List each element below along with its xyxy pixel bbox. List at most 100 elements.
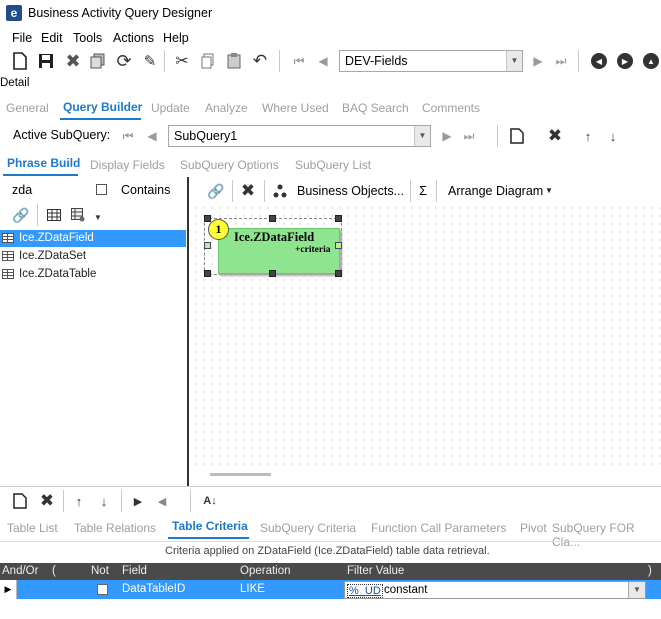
play-icon[interactable]: ▶ bbox=[128, 491, 148, 511]
tab-subquery-criteria[interactable]: SubQuery Criteria bbox=[260, 521, 356, 535]
new-criteria-icon[interactable] bbox=[10, 491, 30, 511]
cut-icon[interactable]: ✂ bbox=[172, 51, 192, 71]
tab-subquery-list[interactable]: SubQuery List bbox=[295, 158, 371, 172]
menu-tools[interactable]: Tools bbox=[73, 31, 102, 45]
resize-handle[interactable] bbox=[204, 270, 211, 277]
subquery-combo-value: SubQuery1 bbox=[174, 129, 238, 143]
sort-icon[interactable]: A↓ bbox=[200, 491, 220, 511]
next-subquery-icon[interactable]: ▶ bbox=[438, 126, 456, 146]
paste-icon[interactable] bbox=[224, 51, 244, 71]
table-options-icon[interactable] bbox=[68, 205, 88, 225]
column-header-filter-value[interactable]: Filter Value bbox=[347, 563, 404, 580]
forward-icon[interactable]: ▶ bbox=[617, 53, 633, 69]
chevron-down-icon[interactable]: ▼ bbox=[628, 582, 645, 598]
criteria-operation-cell[interactable]: LIKE bbox=[240, 580, 265, 599]
last-record-icon[interactable]: ⏭ bbox=[552, 51, 570, 71]
tab-where-used[interactable]: Where Used bbox=[262, 101, 329, 115]
contains-checkbox[interactable] bbox=[96, 184, 107, 195]
copy-doc-icon[interactable] bbox=[198, 51, 218, 71]
chevron-down-icon[interactable]: ▼ bbox=[414, 126, 430, 146]
tab-subquery-options[interactable]: SubQuery Options bbox=[180, 158, 279, 172]
menu-actions[interactable]: Actions bbox=[113, 31, 154, 45]
tab-comments[interactable]: Comments bbox=[422, 101, 480, 115]
up-icon[interactable]: ▲ bbox=[643, 53, 659, 69]
delete-icon[interactable]: ✖ bbox=[63, 51, 83, 71]
clear-icon[interactable]: ✎ bbox=[140, 51, 160, 71]
resize-handle[interactable] bbox=[269, 270, 276, 277]
menu-edit[interactable]: Edit bbox=[41, 31, 63, 45]
chevron-down-icon[interactable]: ▼ bbox=[506, 51, 522, 71]
tab-analyze[interactable]: Analyze bbox=[205, 101, 248, 115]
tree-item-label: Ice.ZDataTable bbox=[19, 268, 97, 280]
move-up-icon[interactable]: ↑ bbox=[578, 126, 598, 146]
tab-subquery-for-clause[interactable]: SubQuery FOR Cla... bbox=[552, 521, 661, 549]
resize-handle[interactable] bbox=[335, 215, 342, 222]
back-icon[interactable]: ◀ bbox=[591, 53, 607, 69]
column-header-close-paren[interactable]: ) bbox=[648, 563, 652, 580]
criteria-field-cell[interactable]: DataTableID bbox=[122, 580, 185, 599]
arrange-diagram-button[interactable]: Arrange Diagram bbox=[448, 184, 543, 198]
resize-handle[interactable] bbox=[335, 242, 342, 249]
tab-baq-search[interactable]: BAQ Search bbox=[342, 101, 409, 115]
tree-item-ice-zdatafield[interactable]: Ice.ZDataField bbox=[0, 230, 186, 247]
delete-criteria-icon[interactable]: ✖ bbox=[37, 491, 57, 511]
resize-handle[interactable] bbox=[204, 242, 211, 249]
resize-handle[interactable] bbox=[269, 215, 276, 222]
last-subquery-icon[interactable]: ⏭ bbox=[460, 126, 478, 146]
resize-handle[interactable] bbox=[335, 270, 342, 277]
column-header-open-paren[interactable]: ( bbox=[52, 563, 56, 580]
tab-pivot[interactable]: Pivot bbox=[520, 521, 547, 535]
not-checkbox[interactable] bbox=[97, 584, 108, 595]
move-down-icon[interactable]: ↓ bbox=[603, 126, 623, 146]
back-icon[interactable]: ◀ bbox=[152, 491, 172, 511]
tab-table-criteria[interactable]: Table Criteria bbox=[172, 519, 248, 533]
tab-display-fields[interactable]: Display Fields bbox=[90, 158, 165, 172]
sigma-icon[interactable]: Σ bbox=[419, 183, 427, 198]
save-icon[interactable] bbox=[36, 51, 56, 71]
refresh-icon[interactable]: ⟳ bbox=[114, 51, 134, 71]
toolbar-separator bbox=[410, 180, 411, 202]
first-record-icon[interactable]: ⏮ bbox=[290, 51, 308, 71]
toolbar-separator bbox=[279, 50, 280, 72]
column-header-not[interactable]: Not bbox=[91, 563, 109, 580]
business-objects-button[interactable]: Business Objects... bbox=[297, 184, 404, 198]
menu-file[interactable]: File bbox=[12, 31, 32, 45]
tree-item-ice-zdatatable[interactable]: Ice.ZDataTable bbox=[0, 266, 186, 283]
tab-table-list[interactable]: Table List bbox=[7, 521, 58, 535]
subquery-combo[interactable]: SubQuery1 ▼ bbox=[168, 125, 431, 147]
tab-function-call-parameters[interactable]: Function Call Parameters bbox=[371, 521, 506, 535]
first-subquery-icon[interactable]: ⏮ bbox=[119, 126, 137, 146]
link-icon[interactable]: 🔗 bbox=[11, 205, 31, 225]
delete-subquery-icon[interactable]: ✖ bbox=[545, 126, 565, 146]
tab-update[interactable]: Update bbox=[151, 101, 190, 115]
chevron-down-icon[interactable]: ▼ bbox=[545, 186, 553, 195]
column-header-andor[interactable]: And/Or bbox=[2, 563, 38, 580]
resize-handle[interactable] bbox=[204, 215, 211, 222]
undo-icon[interactable]: ↶ bbox=[250, 51, 270, 71]
toolbar-separator bbox=[497, 125, 498, 147]
move-up-icon[interactable]: ↑ bbox=[69, 491, 89, 511]
join-link-icon[interactable]: 🔗 bbox=[206, 181, 226, 201]
tab-general[interactable]: General bbox=[6, 101, 49, 115]
column-header-operation[interactable]: Operation bbox=[240, 563, 291, 580]
record-combo[interactable]: DEV-Fields ▼ bbox=[339, 50, 523, 72]
table-view-icon[interactable] bbox=[44, 205, 64, 225]
tab-table-relations[interactable]: Table Relations bbox=[74, 521, 156, 535]
remove-table-icon[interactable]: ✖ bbox=[238, 181, 258, 201]
copy-icon[interactable] bbox=[88, 51, 108, 71]
previous-record-icon[interactable]: ◀ bbox=[314, 51, 332, 71]
row-indicator-icon[interactable]: ▶ bbox=[0, 580, 17, 599]
table-search-input[interactable]: zda bbox=[12, 183, 32, 197]
tree-item-ice-zdataset[interactable]: Ice.ZDataSet bbox=[0, 248, 186, 265]
chevron-down-icon[interactable]: ▼ bbox=[94, 213, 102, 222]
column-header-field[interactable]: Field bbox=[122, 563, 147, 580]
menu-help[interactable]: Help bbox=[163, 31, 189, 45]
next-record-icon[interactable]: ▶ bbox=[529, 51, 547, 71]
previous-subquery-icon[interactable]: ◀ bbox=[143, 126, 161, 146]
tab-phrase-build[interactable]: Phrase Build bbox=[7, 156, 80, 170]
new-subquery-icon[interactable] bbox=[507, 126, 527, 146]
canvas-scrollbar[interactable] bbox=[210, 473, 271, 476]
tab-query-builder[interactable]: Query Builder bbox=[63, 100, 142, 114]
new-icon[interactable] bbox=[10, 51, 30, 71]
move-down-icon[interactable]: ↓ bbox=[94, 491, 114, 511]
